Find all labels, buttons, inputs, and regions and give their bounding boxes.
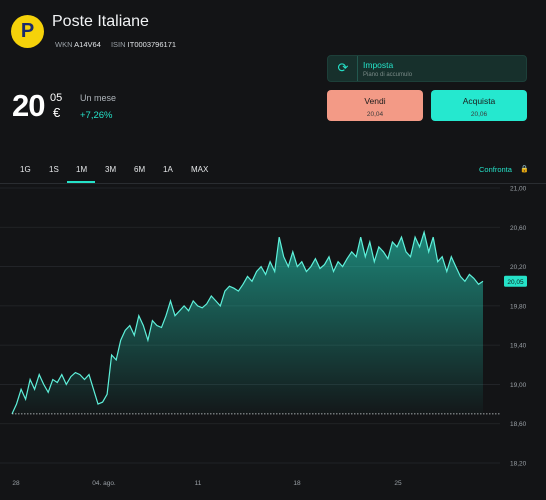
price-decimals: 05 xyxy=(50,92,63,104)
sell-price: 20,04 xyxy=(366,111,384,118)
savings-plan-subtitle: Piano di accumulo xyxy=(363,72,413,78)
change-percent: +7,26% xyxy=(80,110,113,121)
refresh-icon: ⟳ xyxy=(337,60,349,75)
wkn-label: WKN xyxy=(55,40,73,49)
tab-1s[interactable]: 1S xyxy=(49,165,59,174)
tab-1g[interactable]: 1G xyxy=(20,165,31,174)
buy-button[interactable]: Acquista 20,06 xyxy=(431,90,527,121)
y-tick-label: 18,20 xyxy=(510,461,527,468)
y-tick-label: 18,60 xyxy=(510,421,527,428)
tab-1a[interactable]: 1A xyxy=(163,165,173,174)
x-tick-label: 04. ago. xyxy=(92,480,116,487)
tab-max[interactable]: MAX xyxy=(191,165,208,174)
period-label: Un mese xyxy=(80,93,117,103)
sell-button[interactable]: Vendi 20,04 xyxy=(327,90,423,121)
stock-identifiers: WKN A14V64 ISIN IT0003796171 xyxy=(55,40,184,49)
tab-6m[interactable]: 6M xyxy=(134,165,145,174)
buy-label: Acquista xyxy=(462,96,496,106)
y-tick-label: 19,40 xyxy=(510,343,527,350)
x-tick-label: 18 xyxy=(293,480,301,487)
x-tick-label: 11 xyxy=(195,480,202,487)
company-logo: P xyxy=(11,15,44,48)
logo-letter: P xyxy=(20,20,35,42)
x-tick-label: 28 xyxy=(12,480,20,487)
sell-label: Vendi xyxy=(364,96,386,106)
current-price-label: 20,05 xyxy=(507,279,524,286)
lock-icon: 🔒 xyxy=(520,166,529,173)
y-tick-label: 21,00 xyxy=(510,186,527,193)
price-area xyxy=(12,232,483,414)
y-tick-label: 19,80 xyxy=(510,303,527,310)
savings-plan-button[interactable]: ⟳ Imposta Piano di accumulo xyxy=(327,55,527,82)
tab-3m[interactable]: 3M xyxy=(105,165,116,174)
savings-plan-title: Imposta xyxy=(363,60,394,70)
stock-name: Poste Italiane xyxy=(52,13,149,30)
isin-label: ISIN xyxy=(110,40,126,49)
wkn-value: A14V64 xyxy=(74,40,101,49)
tab-1m[interactable]: 1M xyxy=(76,165,87,174)
isin-value: IT0003796171 xyxy=(127,40,177,49)
y-tick-label: 20,60 xyxy=(510,225,527,232)
price-integer: 20 xyxy=(12,88,45,123)
compare-button[interactable]: Confronta xyxy=(479,165,512,174)
y-tick-label: 19,00 xyxy=(510,382,527,389)
buy-price: 20,06 xyxy=(470,111,488,118)
price-chart[interactable]: 21,00 20,60 20,20 19,80 19,40 19,00 18,60 18,20… xyxy=(0,180,546,490)
divider xyxy=(357,56,358,81)
x-tick-label: 25 xyxy=(394,480,402,487)
y-tick-label: 20,20 xyxy=(510,264,527,271)
price-currency: € xyxy=(53,105,61,120)
